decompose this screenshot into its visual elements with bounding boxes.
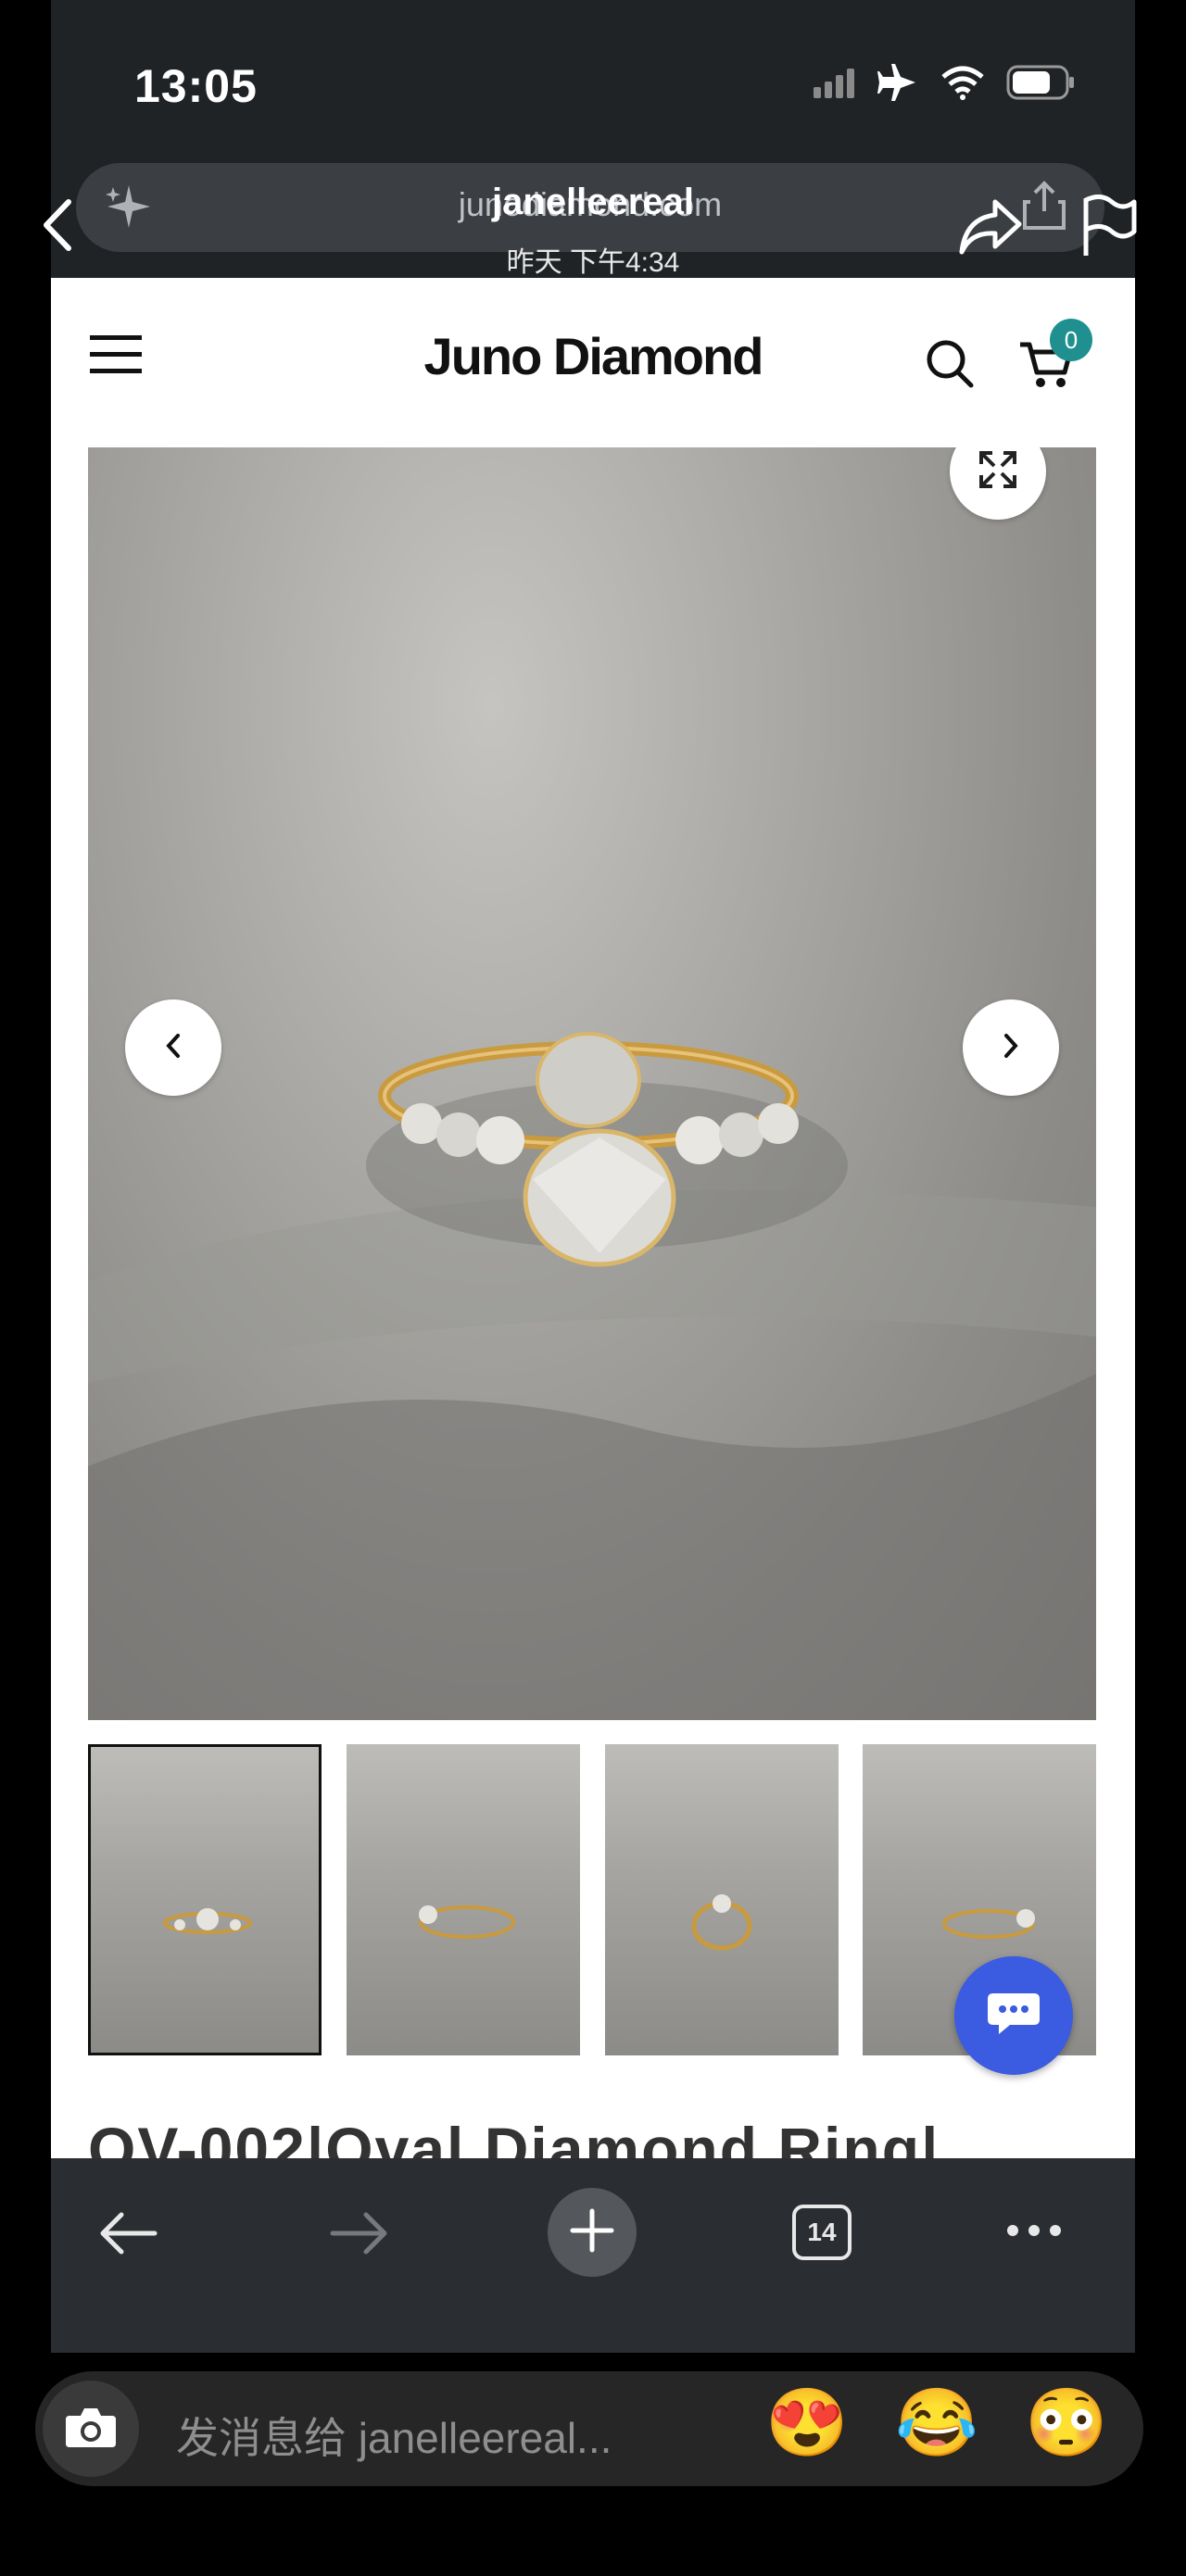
new-tab-button[interactable]: [548, 2188, 637, 2277]
site-header: Juno Diamond 0: [51, 278, 1135, 445]
search-icon[interactable]: [926, 339, 974, 394]
share-arrow-icon[interactable]: [958, 196, 1025, 262]
thumbnail-2[interactable]: [347, 1744, 580, 2055]
thumbnail-strip: [88, 1744, 1096, 2055]
signal-icon: [814, 69, 854, 98]
camera-button[interactable]: [43, 2381, 139, 2477]
story-viewer: junodiamond.com 13:05 janelleereal 昨天 下午…: [0, 0, 1186, 2576]
website-page: Juno Diamond 0 OV-002|Oval Diamond Ring|…: [51, 278, 1135, 2158]
next-image-button[interactable]: [963, 999, 1059, 1096]
reaction-heart-eyes[interactable]: 😍: [765, 2390, 849, 2457]
camera-icon: [64, 2405, 118, 2454]
ring-photo: [88, 1032, 1096, 1720]
status-icons: [814, 61, 1075, 104]
product-main-image[interactable]: [88, 447, 1096, 1720]
more-icon[interactable]: [1005, 2223, 1063, 2243]
chevron-left-icon: [162, 1032, 184, 1064]
chat-icon: [986, 1990, 1041, 2042]
arrow-left-icon[interactable]: [97, 2210, 158, 2261]
tabs-icon[interactable]: 14: [792, 2205, 852, 2260]
story-header: 13:05 janelleereal 昨天 下午4:34: [0, 0, 1186, 278]
chat-button[interactable]: [954, 1956, 1073, 2075]
cart-count-badge: 0: [1050, 319, 1092, 361]
chevron-right-icon: [1000, 1032, 1022, 1064]
status-time: 13:05: [134, 60, 258, 112]
product-title: OV-002|Oval Diamond Ring|...: [88, 2115, 997, 2158]
thumbnail-1[interactable]: [88, 1744, 322, 2055]
thumbnail-3[interactable]: [605, 1744, 839, 2055]
airplane-icon: [877, 64, 915, 101]
reaction-tears-of-joy[interactable]: 😂: [895, 2390, 978, 2457]
browser-toolbar: 14: [51, 2158, 1135, 2353]
battery-icon: [1006, 65, 1074, 100]
expand-icon: [978, 449, 1018, 495]
plus-icon: [569, 2207, 615, 2258]
flag-icon[interactable]: [1080, 195, 1138, 262]
reaction-flushed[interactable]: 😳: [1025, 2390, 1108, 2457]
wifi-icon: [941, 66, 984, 100]
arrow-right-icon[interactable]: [329, 2210, 390, 2261]
prev-image-button[interactable]: [125, 999, 221, 1096]
message-placeholder[interactable]: 发消息给 janelleereal...: [176, 2405, 612, 2466]
